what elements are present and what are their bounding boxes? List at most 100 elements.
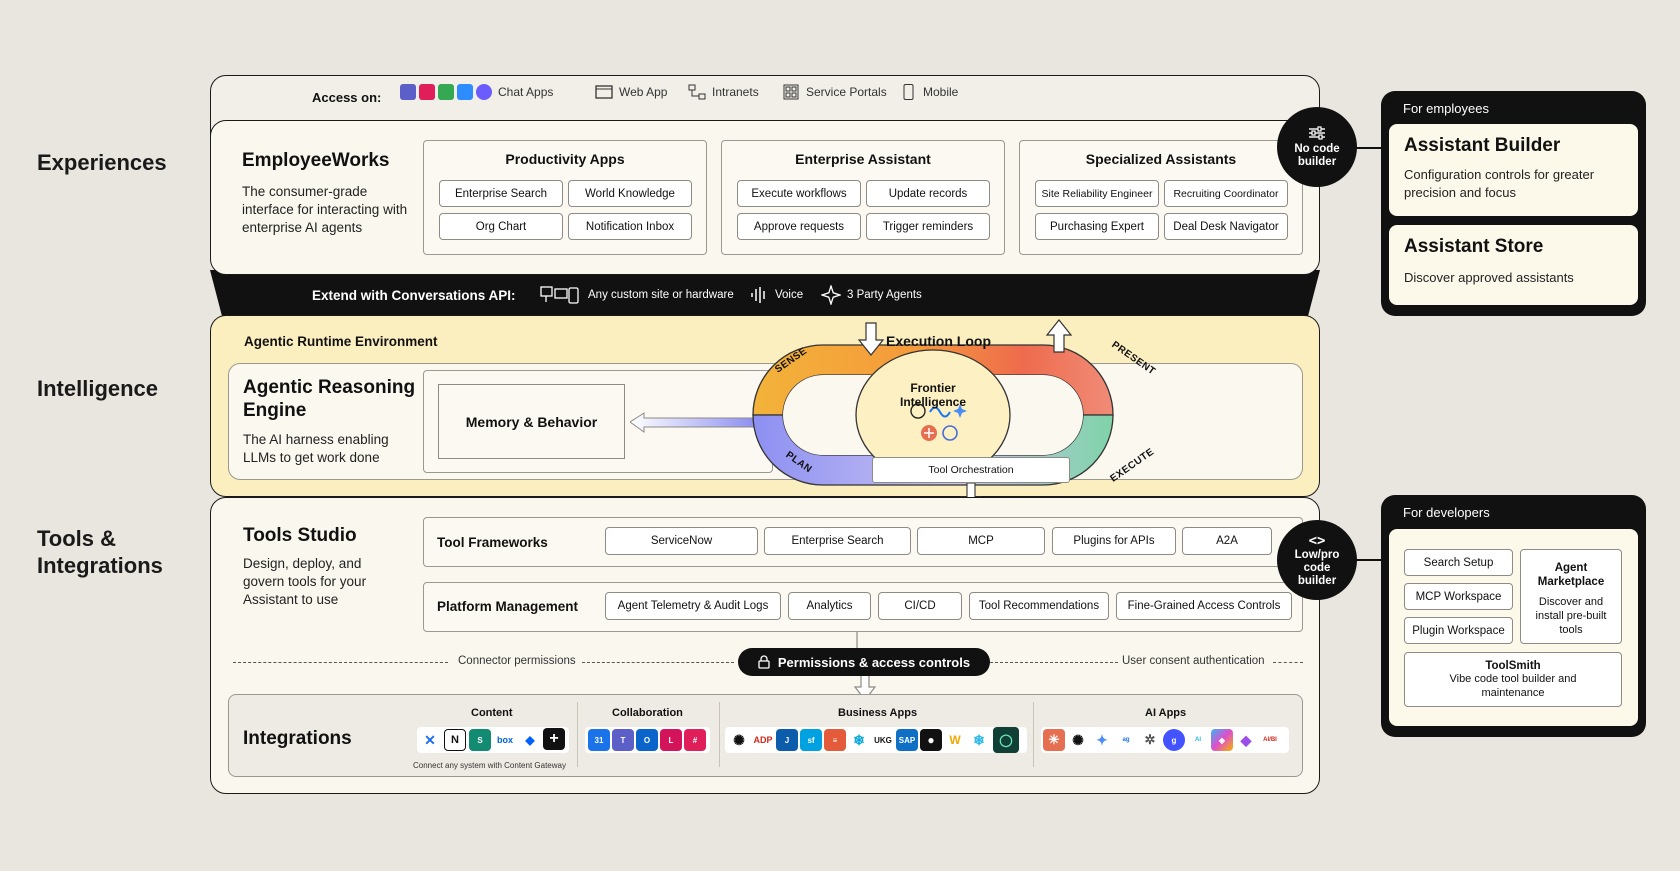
confluence-logo-icon[interactable]: ✕ xyxy=(419,729,441,751)
engine-title: Agentic Reasoning Engine xyxy=(243,377,416,421)
genie-logo-icon[interactable]: AI/BI xyxy=(1259,729,1281,751)
toolsmith-card[interactable]: ToolSmith Vibe code tool builder and mai… xyxy=(1404,652,1622,707)
framework-mcp[interactable]: MCP xyxy=(917,527,1045,555)
google-calendar-logo-icon[interactable]: 31 xyxy=(588,729,610,751)
framework-enterprise-search[interactable]: Enterprise Search xyxy=(764,527,911,555)
api-voice[interactable]: Voice xyxy=(749,285,803,305)
claude-logo-icon[interactable]: ✳ xyxy=(1043,729,1065,751)
deal-desk-navigator-pill[interactable]: Deal Desk Navigator xyxy=(1164,213,1288,240)
glean-logo-icon[interactable]: g xyxy=(1163,729,1185,751)
notification-inbox-pill[interactable]: Notification Inbox xyxy=(568,213,692,240)
api-custom-site[interactable]: Any custom site or hardware xyxy=(540,285,734,305)
access-service-portals[interactable]: Service Portals xyxy=(782,84,887,100)
agentspace-logo-icon[interactable]: ag xyxy=(1115,729,1137,751)
card-title: Enterprise Assistant xyxy=(795,151,931,167)
cortex-logo-icon[interactable]: AI xyxy=(1187,729,1209,751)
framework-plugins-for-apis[interactable]: Plugins for APIs xyxy=(1052,527,1176,555)
gem-logo-icon[interactable]: ◆ xyxy=(1235,729,1257,751)
code-brackets-icon: <> xyxy=(1308,532,1326,549)
site-reliability-engineer-pill[interactable]: Site Reliability Engineer xyxy=(1035,180,1159,207)
servicenow-logo-icon[interactable]: ◯ xyxy=(993,727,1019,753)
teams-logo-icon[interactable]: T xyxy=(612,729,634,751)
section-label-tools: Tools & xyxy=(37,526,117,551)
perplexity-logo-icon[interactable]: ✲ xyxy=(1139,729,1161,751)
marketplace-title: Agent Marketplace xyxy=(1537,562,1605,588)
plugin-workspace-pill[interactable]: Plugin Workspace xyxy=(1404,617,1513,644)
integrations-content-label: Content xyxy=(471,707,513,719)
access-mobile[interactable]: Mobile xyxy=(899,84,958,100)
databricks-logo-icon[interactable]: ≡ xyxy=(824,729,846,751)
outlook-logo-icon[interactable]: O xyxy=(636,729,658,751)
framework-servicenow[interactable]: ServiceNow xyxy=(605,527,758,555)
dashed-line xyxy=(1273,662,1303,663)
search-setup-pill[interactable]: Search Setup xyxy=(1404,549,1513,576)
gemini-logo-icon[interactable]: ✦ xyxy=(1091,729,1113,751)
assistant-builder-card[interactable]: Assistant Builder Configuration controls… xyxy=(1389,124,1638,216)
assistant-store-card[interactable]: Assistant Store Discover approved assist… xyxy=(1389,225,1638,305)
copilot-logo-icon[interactable]: ◈ xyxy=(1211,729,1233,751)
api-item-label: Any custom site or hardware xyxy=(588,289,734,301)
purchasing-expert-pill[interactable]: Purchasing Expert xyxy=(1035,213,1159,240)
agent-marketplace-card[interactable]: Agent Marketplace Discover and install p… xyxy=(1520,549,1622,644)
tool-orchestration-box[interactable]: Tool Orchestration xyxy=(872,457,1070,483)
platform-analytics[interactable]: Analytics xyxy=(788,592,871,620)
low-code-builder-badge: <> Low/pro code builder xyxy=(1277,520,1357,600)
org-chart-pill[interactable]: Org Chart xyxy=(439,213,563,240)
openai-logo-icon[interactable]: ✺ xyxy=(728,729,750,751)
snowflake-logo-icon[interactable]: ❄ xyxy=(968,729,990,751)
badge-label: Low/pro code builder xyxy=(1294,548,1340,587)
section-label-integrations: Integrations xyxy=(37,553,163,578)
loop-app-logo-icon[interactable]: L xyxy=(660,729,682,751)
memory-behavior-box[interactable]: Memory & Behavior xyxy=(438,384,625,459)
integrations-collaboration-label: Collaboration xyxy=(612,707,683,719)
box-logo-icon[interactable]: box xyxy=(494,729,516,751)
sap-logo-icon[interactable]: SAP xyxy=(896,729,918,751)
platform-cicd[interactable]: CI/CD xyxy=(878,592,962,620)
integrations-ai-label: AI Apps xyxy=(1145,707,1187,719)
world-knowledge-pill[interactable]: World Knowledge xyxy=(568,180,692,207)
update-records-pill[interactable]: Update records xyxy=(866,180,990,207)
snowflake-logo-icon[interactable]: ❄ xyxy=(848,729,870,751)
dashed-line xyxy=(233,662,448,663)
notion-logo-icon[interactable]: N xyxy=(444,729,466,751)
sliders-icon xyxy=(1309,125,1325,140)
chatgpt-logo-icon[interactable]: ✺ xyxy=(1067,729,1089,751)
api-third-party-agents[interactable]: 3 Party Agents xyxy=(821,285,922,305)
permissions-access-controls[interactable]: Permissions & access controls xyxy=(738,648,990,676)
section-label-intelligence: Intelligence xyxy=(37,376,159,401)
workday-logo-icon[interactable]: W xyxy=(944,729,966,751)
salesforce-logo-icon[interactable]: sf xyxy=(800,729,822,751)
recruiting-coordinator-pill[interactable]: Recruiting Coordinator xyxy=(1164,180,1288,207)
access-intranets[interactable]: Intranets xyxy=(688,84,759,100)
jira-logo-icon[interactable]: J xyxy=(776,729,798,751)
enterprise-assistant-card: Enterprise Assistant Execute workflows U… xyxy=(721,140,1005,255)
access-chat-apps[interactable]: Chat Apps xyxy=(400,84,553,100)
content-gateway-note: Connect any system with Content Gateway xyxy=(413,761,566,770)
framework-a2a[interactable]: A2A xyxy=(1182,527,1272,555)
platform-fine-grained-access[interactable]: Fine-Grained Access Controls xyxy=(1116,592,1292,620)
section-label-experiences: Experiences xyxy=(37,150,167,175)
assistant-store-title: Assistant Store xyxy=(1404,236,1544,257)
dropbox-logo-icon[interactable]: ◆ xyxy=(519,729,541,751)
slack-logo-icon[interactable]: # xyxy=(684,729,706,751)
user-consent-label: User consent authentication xyxy=(1122,655,1265,667)
ukg-logo-icon[interactable]: UKG xyxy=(872,729,894,751)
adp-logo-icon[interactable]: ADP xyxy=(752,729,774,751)
access-web-app[interactable]: Web App xyxy=(595,84,667,100)
sharepoint-logo-icon[interactable]: S xyxy=(469,729,491,751)
approve-requests-pill[interactable]: Approve requests xyxy=(737,213,861,240)
toolsmith-title: ToolSmith xyxy=(1485,659,1541,672)
platform-telemetry[interactable]: Agent Telemetry & Audit Logs xyxy=(605,592,781,620)
employeeworks-desc: The consumer-grade interface for interac… xyxy=(242,184,408,235)
mcp-workspace-pill[interactable]: MCP Workspace xyxy=(1404,583,1513,610)
access-item-label: Mobile xyxy=(923,85,959,99)
add-connector-icon[interactable]: + xyxy=(543,728,565,750)
enterprise-search-pill[interactable]: Enterprise Search xyxy=(439,180,563,207)
execute-workflows-pill[interactable]: Execute workflows xyxy=(737,180,861,207)
api-item-label: Voice xyxy=(775,289,804,301)
github-logo-icon[interactable]: ● xyxy=(920,729,942,751)
trigger-reminders-pill[interactable]: Trigger reminders xyxy=(866,213,990,240)
platform-tool-recommendations[interactable]: Tool Recommendations xyxy=(969,592,1109,620)
toolsmith-desc: Vibe code tool builder and maintenance xyxy=(1449,672,1577,699)
anthropic-logo-icon xyxy=(921,425,937,441)
